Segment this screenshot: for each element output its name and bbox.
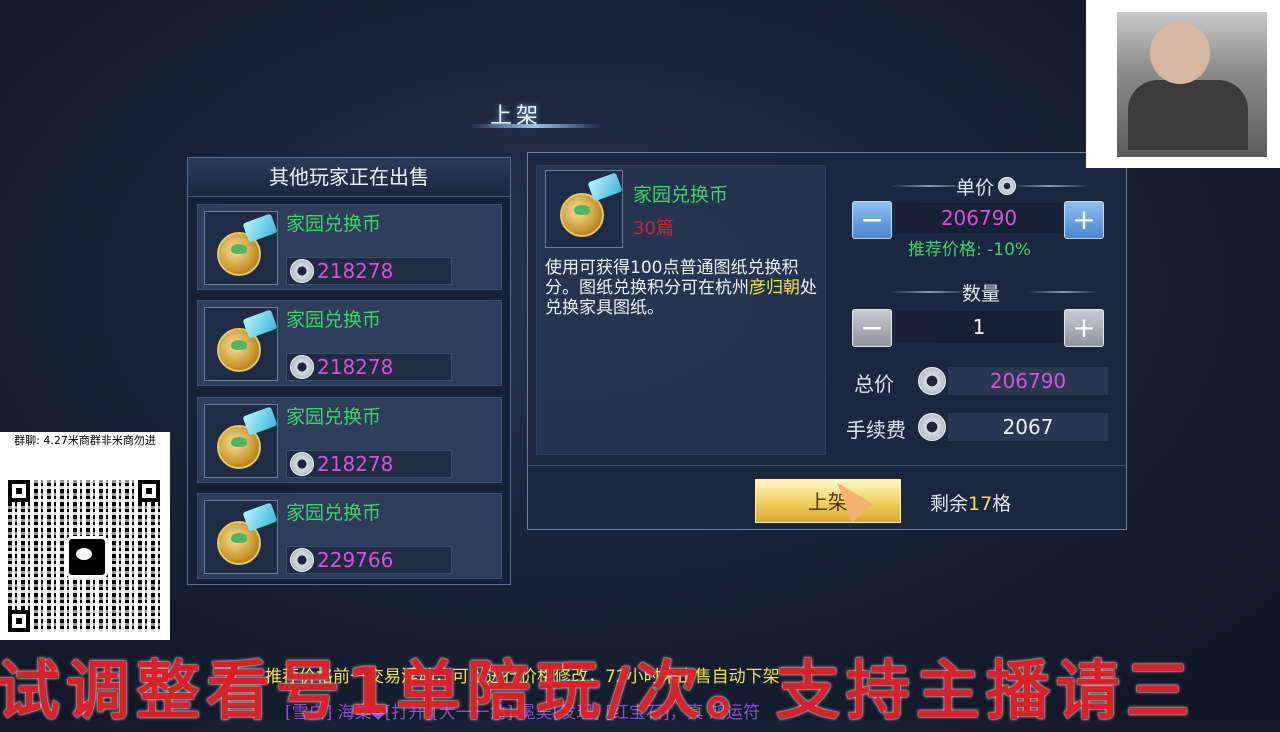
listing-price-value: 218278 <box>317 259 394 283</box>
gem-icon <box>242 213 278 243</box>
listing-item[interactable]: 家园兑换币 229766 <box>197 493 502 579</box>
currency-coin-icon <box>290 548 314 572</box>
currency-coin-icon <box>290 259 314 283</box>
item-name: 家园兑换币 <box>633 184 729 206</box>
item-description: 使用可获得100点普通图纸兑换积分。图纸兑换积分可在杭州彦归朝处兑换家具图纸。 <box>545 258 821 318</box>
webcam-person-body <box>1128 80 1248 150</box>
item-thumbnail <box>204 500 278 574</box>
listing-item[interactable]: 家园兑换币 218278 <box>197 204 502 290</box>
listings-panel-title: 其他玩家正在出售 <box>188 158 510 197</box>
listing-item-name: 家园兑换币 <box>286 406 382 428</box>
qr-caption: 群聊: 4.27米商群非米商勿进 <box>14 434 156 447</box>
item-thumbnail <box>204 307 278 381</box>
qr-finder-icon <box>8 610 30 632</box>
remaining-prefix: 剩余 <box>930 493 969 515</box>
currency-coin-icon <box>998 177 1016 195</box>
unit-price-increase-button[interactable]: + <box>1064 201 1104 239</box>
recommended-price: 推荐价格: -10% <box>908 240 1032 260</box>
qr-code-image <box>8 480 160 632</box>
total-price-label: 总价 <box>854 372 894 396</box>
gem-icon <box>587 172 623 202</box>
stream-banner: 试调整看号1单陪玩/次。支持主播请三 <box>0 655 1196 729</box>
listing-price-value: 218278 <box>317 355 394 379</box>
npc-name-link: 彦归朝 <box>749 278 800 298</box>
quantity-increase-button[interactable]: + <box>1064 309 1104 347</box>
divider <box>890 291 970 293</box>
market-listings-panel: 其他玩家正在出售 家园兑换币 218278 家园兑换币 218278 家园兑换币… <box>187 157 511 585</box>
currency-coin-icon <box>918 413 946 441</box>
listing-item-name: 家园兑换币 <box>286 213 382 235</box>
item-thumbnail <box>204 211 278 285</box>
remaining-slots: 剩余17格 <box>930 489 1011 516</box>
listing-price: 218278 <box>286 450 452 478</box>
currency-coin-icon <box>290 355 314 379</box>
listing-item-name: 家园兑换币 <box>286 502 382 524</box>
listing-price-value: 229766 <box>317 548 394 572</box>
divider <box>1010 185 1090 187</box>
fee-value: 2067 <box>948 413 1108 441</box>
total-price-value: 206790 <box>948 367 1108 395</box>
divider <box>528 465 1126 466</box>
gem-icon <box>242 309 278 339</box>
quantity-input[interactable]: 1 <box>896 311 1062 343</box>
listing-price: 218278 <box>286 257 452 285</box>
item-thumbnail <box>545 170 623 248</box>
item-detail: 家园兑换币 30篇 使用可获得100点普通图纸兑换积分。图纸兑换积分可在杭州彦归… <box>536 165 826 455</box>
listing-price: 229766 <box>286 546 452 574</box>
item-thumbnail <box>204 404 278 478</box>
quantity-decrease-button[interactable]: − <box>852 309 892 347</box>
listing-price: 218278 <box>286 353 452 381</box>
item-expire-time: 30篇 <box>633 218 674 239</box>
remaining-suffix: 格 <box>992 493 1012 515</box>
fee-label: 手续费 <box>846 418 906 442</box>
quantity-label: 数量 <box>962 283 1001 305</box>
listing-item-name: 家园兑换币 <box>286 309 382 331</box>
listing-item[interactable]: 家园兑换币 218278 <box>197 397 502 483</box>
currency-coin-icon <box>290 452 314 476</box>
gem-icon <box>242 406 278 436</box>
qr-finder-icon <box>138 480 160 502</box>
unit-price-decrease-button[interactable]: − <box>852 201 892 239</box>
currency-coin-icon <box>918 367 946 395</box>
remaining-count: 17 <box>968 493 993 515</box>
unit-price-label: 单价 <box>956 177 995 199</box>
webcam-person-face <box>1150 22 1210 84</box>
listing-price-value: 218278 <box>317 452 394 476</box>
listing-item[interactable]: 家园兑换币 218278 <box>197 300 502 386</box>
qr-finder-icon <box>8 480 30 502</box>
divider <box>1028 291 1098 293</box>
title-decoration <box>470 124 600 128</box>
gem-icon <box>242 502 278 532</box>
qr-code-panel: 群聊: 4.27米商群非米商勿进 <box>0 432 170 640</box>
listing-dialog: 家园兑换币 30篇 使用可获得100点普通图纸兑换积分。图纸兑换积分可在杭州彦归… <box>527 152 1127 530</box>
unit-price-input[interactable]: 206790 <box>896 203 1062 233</box>
list-item-button[interactable]: 上架 <box>755 479 901 523</box>
wechat-icon <box>66 536 108 578</box>
